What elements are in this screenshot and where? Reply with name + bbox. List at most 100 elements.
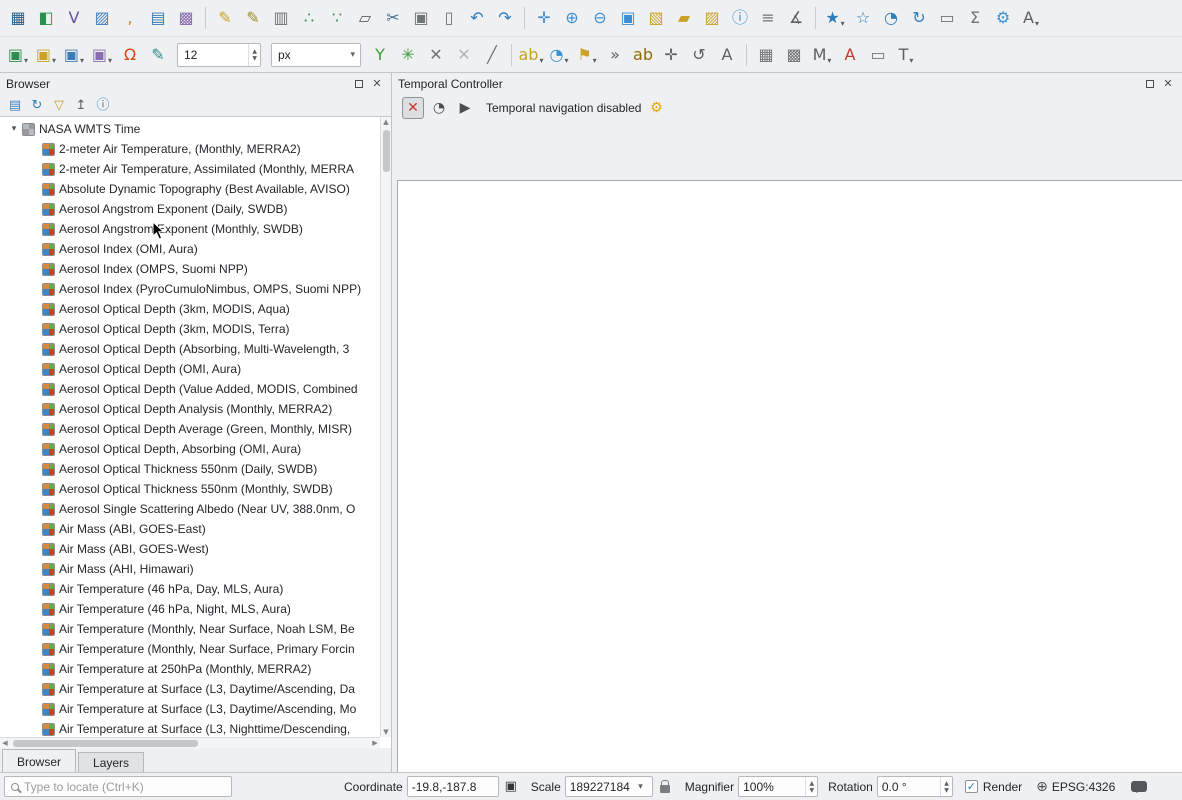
select-features-icon[interactable]: ▧ [643, 5, 669, 31]
collapse-all-icon[interactable]: ↥ [71, 95, 91, 115]
layer-tree-item[interactable]: Aerosol Optical Depth (OMI, Aura) [0, 359, 380, 379]
pin-labels-icon[interactable]: ⚑ ▾ [574, 42, 600, 68]
dropdown-arrow-icon[interactable]: ▾ [827, 56, 831, 68]
dropdown-arrow-icon[interactable]: ▾ [539, 56, 543, 68]
map-canvas[interactable] [397, 180, 1182, 772]
temporal-controller-icon[interactable]: ◔ [878, 5, 904, 31]
font-size-spinbox[interactable]: 12 ▲ ▼ [177, 42, 261, 67]
animated-navigation-icon[interactable]: ▶ [454, 97, 476, 119]
layer-tree-item[interactable]: Aerosol Optical Depth (Value Added, MODI… [0, 379, 380, 399]
undo-icon[interactable]: ↶ [464, 5, 490, 31]
add-vector-layer-icon[interactable]: V [61, 5, 87, 31]
select-polygon-icon[interactable]: ▰ [671, 5, 697, 31]
pan-map-icon[interactable]: ✛ [531, 5, 557, 31]
open-attribute-table-icon[interactable]: ≡ [755, 5, 781, 31]
zoom-out-icon[interactable]: ⊖ [587, 5, 613, 31]
html-annotation-icon[interactable]: ▭ [865, 42, 891, 68]
vertical-scrollbar-thumb[interactable] [383, 130, 390, 172]
layer-tree-item[interactable]: Aerosol Optical Depth (3km, MODIS, Terra… [0, 319, 380, 339]
dropdown-arrow-icon[interactable]: ▾ [564, 56, 568, 68]
snapping-options-icon[interactable]: Ω [117, 42, 143, 68]
split-line-icon[interactable]: ╱ [479, 42, 505, 68]
mesh-calculator-icon[interactable]: ▩ [781, 42, 807, 68]
layer-tree-item[interactable]: Aerosol Optical Depth, Absorbing (OMI, A… [0, 439, 380, 459]
annotations-icon[interactable]: A ▾ [1018, 5, 1044, 31]
temporal-navigation-off-icon[interactable]: ✕ [402, 97, 424, 119]
layer-tree-item[interactable]: 2-meter Air Temperature, Assimilated (Mo… [0, 159, 380, 179]
layer-tree-item[interactable]: Air Temperature (46 hPa, Night, MLS, Aur… [0, 599, 380, 619]
add-wms-layer-icon[interactable]: ▩ [173, 5, 199, 31]
change-label-properties-icon[interactable]: A [714, 42, 740, 68]
spinner-arrows-icon[interactable]: ▲ ▼ [248, 43, 260, 66]
temporal-settings-button[interactable]: ⚙ [643, 97, 669, 119]
layer-tree-item[interactable]: Aerosol Optical Thickness 550nm (Monthly… [0, 479, 380, 499]
layer-tree-item[interactable]: Air Temperature (Monthly, Near Surface, … [0, 619, 380, 639]
fixed-range-navigation-icon[interactable]: ◔ [428, 97, 450, 119]
close-panel-button[interactable]: ✕ [369, 76, 385, 92]
properties-widget-icon[interactable]: ⓘ [93, 95, 113, 115]
close-panel-button[interactable]: ✕ [1160, 76, 1176, 92]
chevron-down-icon[interactable]: ▾ [345, 50, 360, 60]
locate-input[interactable] [24, 779, 227, 794]
toggle-extents-display-button[interactable]: ▣ [501, 777, 521, 797]
new-print-layout-icon[interactable]: ▭ [934, 5, 960, 31]
layer-tree-item[interactable]: Air Temperature at Surface (L3, Daytime/… [0, 699, 380, 719]
refresh-browser-icon[interactable]: ↻ [27, 95, 47, 115]
temporal-settings-icon[interactable]: ⚙ [645, 97, 667, 119]
layer-tree-item[interactable]: Air Temperature at Surface (L3, Daytime/… [0, 679, 380, 699]
map-tips-icon[interactable]: M ▾ [809, 42, 835, 68]
refresh-map-icon[interactable]: ↻ [906, 5, 932, 31]
layer-tree-item[interactable]: Aerosol Angstrom Exponent (Monthly, SWDB… [0, 219, 380, 239]
add-raster-layer-icon[interactable]: ▨ [89, 5, 115, 31]
zoom-in-icon[interactable]: ⊕ [559, 5, 585, 31]
scroll-down-icon[interactable]: ▼ [381, 727, 391, 737]
cut-features-icon[interactable]: ✂ [380, 5, 406, 31]
coordinate-input[interactable] [411, 779, 494, 794]
layer-tree-item[interactable]: Aerosol Optical Thickness 550nm (Daily, … [0, 459, 380, 479]
layer-tree-item[interactable]: Aerosol Index (PyroCumuloNimbus, OMPS, S… [0, 279, 380, 299]
highlight-pinned-labels-icon[interactable]: ab [630, 42, 656, 68]
tab-layers[interactable]: Layers [78, 752, 145, 772]
paste-features-icon[interactable]: ▯ [436, 5, 462, 31]
filter-browser-icon[interactable]: ▽ [49, 95, 69, 115]
layer-tree-item[interactable]: Air Mass (ABI, GOES-East) [0, 519, 380, 539]
render-checkbox[interactable]: Render [964, 780, 1022, 794]
layer-tree-item[interactable]: Aerosol Single Scattering Albedo (Near U… [0, 499, 380, 519]
messages-button[interactable] [1129, 777, 1149, 797]
layer-tree-item[interactable]: 2-meter Air Temperature, (Monthly, MERRA… [0, 139, 380, 159]
tree-root-nasa-wmts-time[interactable]: ▾ NASA WMTS Time [0, 119, 380, 139]
locate-search-box[interactable] [4, 776, 232, 797]
layer-diagram-icon[interactable]: ◔ ▾ [546, 42, 572, 68]
add-postgis-layer-icon[interactable]: ▤ [145, 5, 171, 31]
measure-line-icon[interactable]: ∡ [783, 5, 809, 31]
lock-scale-button[interactable] [655, 777, 675, 797]
layer-tree-item[interactable]: Aerosol Optical Depth (Absorbing, Multi-… [0, 339, 380, 359]
layer-tree-item[interactable]: Air Temperature (Monthly, Near Surface, … [0, 639, 380, 659]
rotation-spinbox[interactable]: 0.0 ° ▲ ▼ [876, 776, 953, 797]
layer-tree-item[interactable]: Air Temperature (46 hPa, Day, MLS, Aura) [0, 579, 380, 599]
dropdown-arrow-icon[interactable]: ▾ [52, 56, 56, 68]
dropdown-arrow-icon[interactable]: ▾ [593, 56, 597, 68]
current-edits-icon[interactable]: ✎ [212, 5, 238, 31]
layer-tree-item[interactable]: Air Temperature at Surface (L3, Nighttim… [0, 719, 380, 737]
rotate-label-icon[interactable]: ↺ [686, 42, 712, 68]
deselect-features-icon[interactable]: ▨ [699, 5, 725, 31]
text-annotation-icon[interactable]: T ▾ [893, 42, 919, 68]
redo-icon[interactable]: ↷ [492, 5, 518, 31]
new-bookmark-icon[interactable]: ☆ [850, 5, 876, 31]
digitize-shape-icon[interactable]: ∵ [324, 5, 350, 31]
toggle-editing-icon[interactable]: ✎ [240, 5, 266, 31]
scroll-up-icon[interactable]: ▲ [381, 117, 391, 127]
layer-tree-item[interactable]: Aerosol Optical Depth Average (Green, Mo… [0, 419, 380, 439]
float-panel-button[interactable] [1142, 76, 1158, 92]
scroll-right-icon[interactable]: ▶ [370, 738, 380, 748]
layer-tree-item[interactable]: Aerosol Optical Depth (3km, MODIS, Aqua) [0, 299, 380, 319]
dropdown-arrow-icon[interactable]: ▾ [1035, 19, 1039, 31]
vertex-tool-icon[interactable]: ▱ [352, 5, 378, 31]
float-panel-button[interactable] [351, 76, 367, 92]
dropdown-arrow-icon[interactable]: ▾ [24, 56, 28, 68]
new-annotation-icon[interactable]: A [837, 42, 863, 68]
zoom-full-icon[interactable]: ▣ [615, 5, 641, 31]
manage-layers-icon[interactable]: ◧ [33, 5, 59, 31]
digitize-point-icon[interactable]: ∴ [296, 5, 322, 31]
